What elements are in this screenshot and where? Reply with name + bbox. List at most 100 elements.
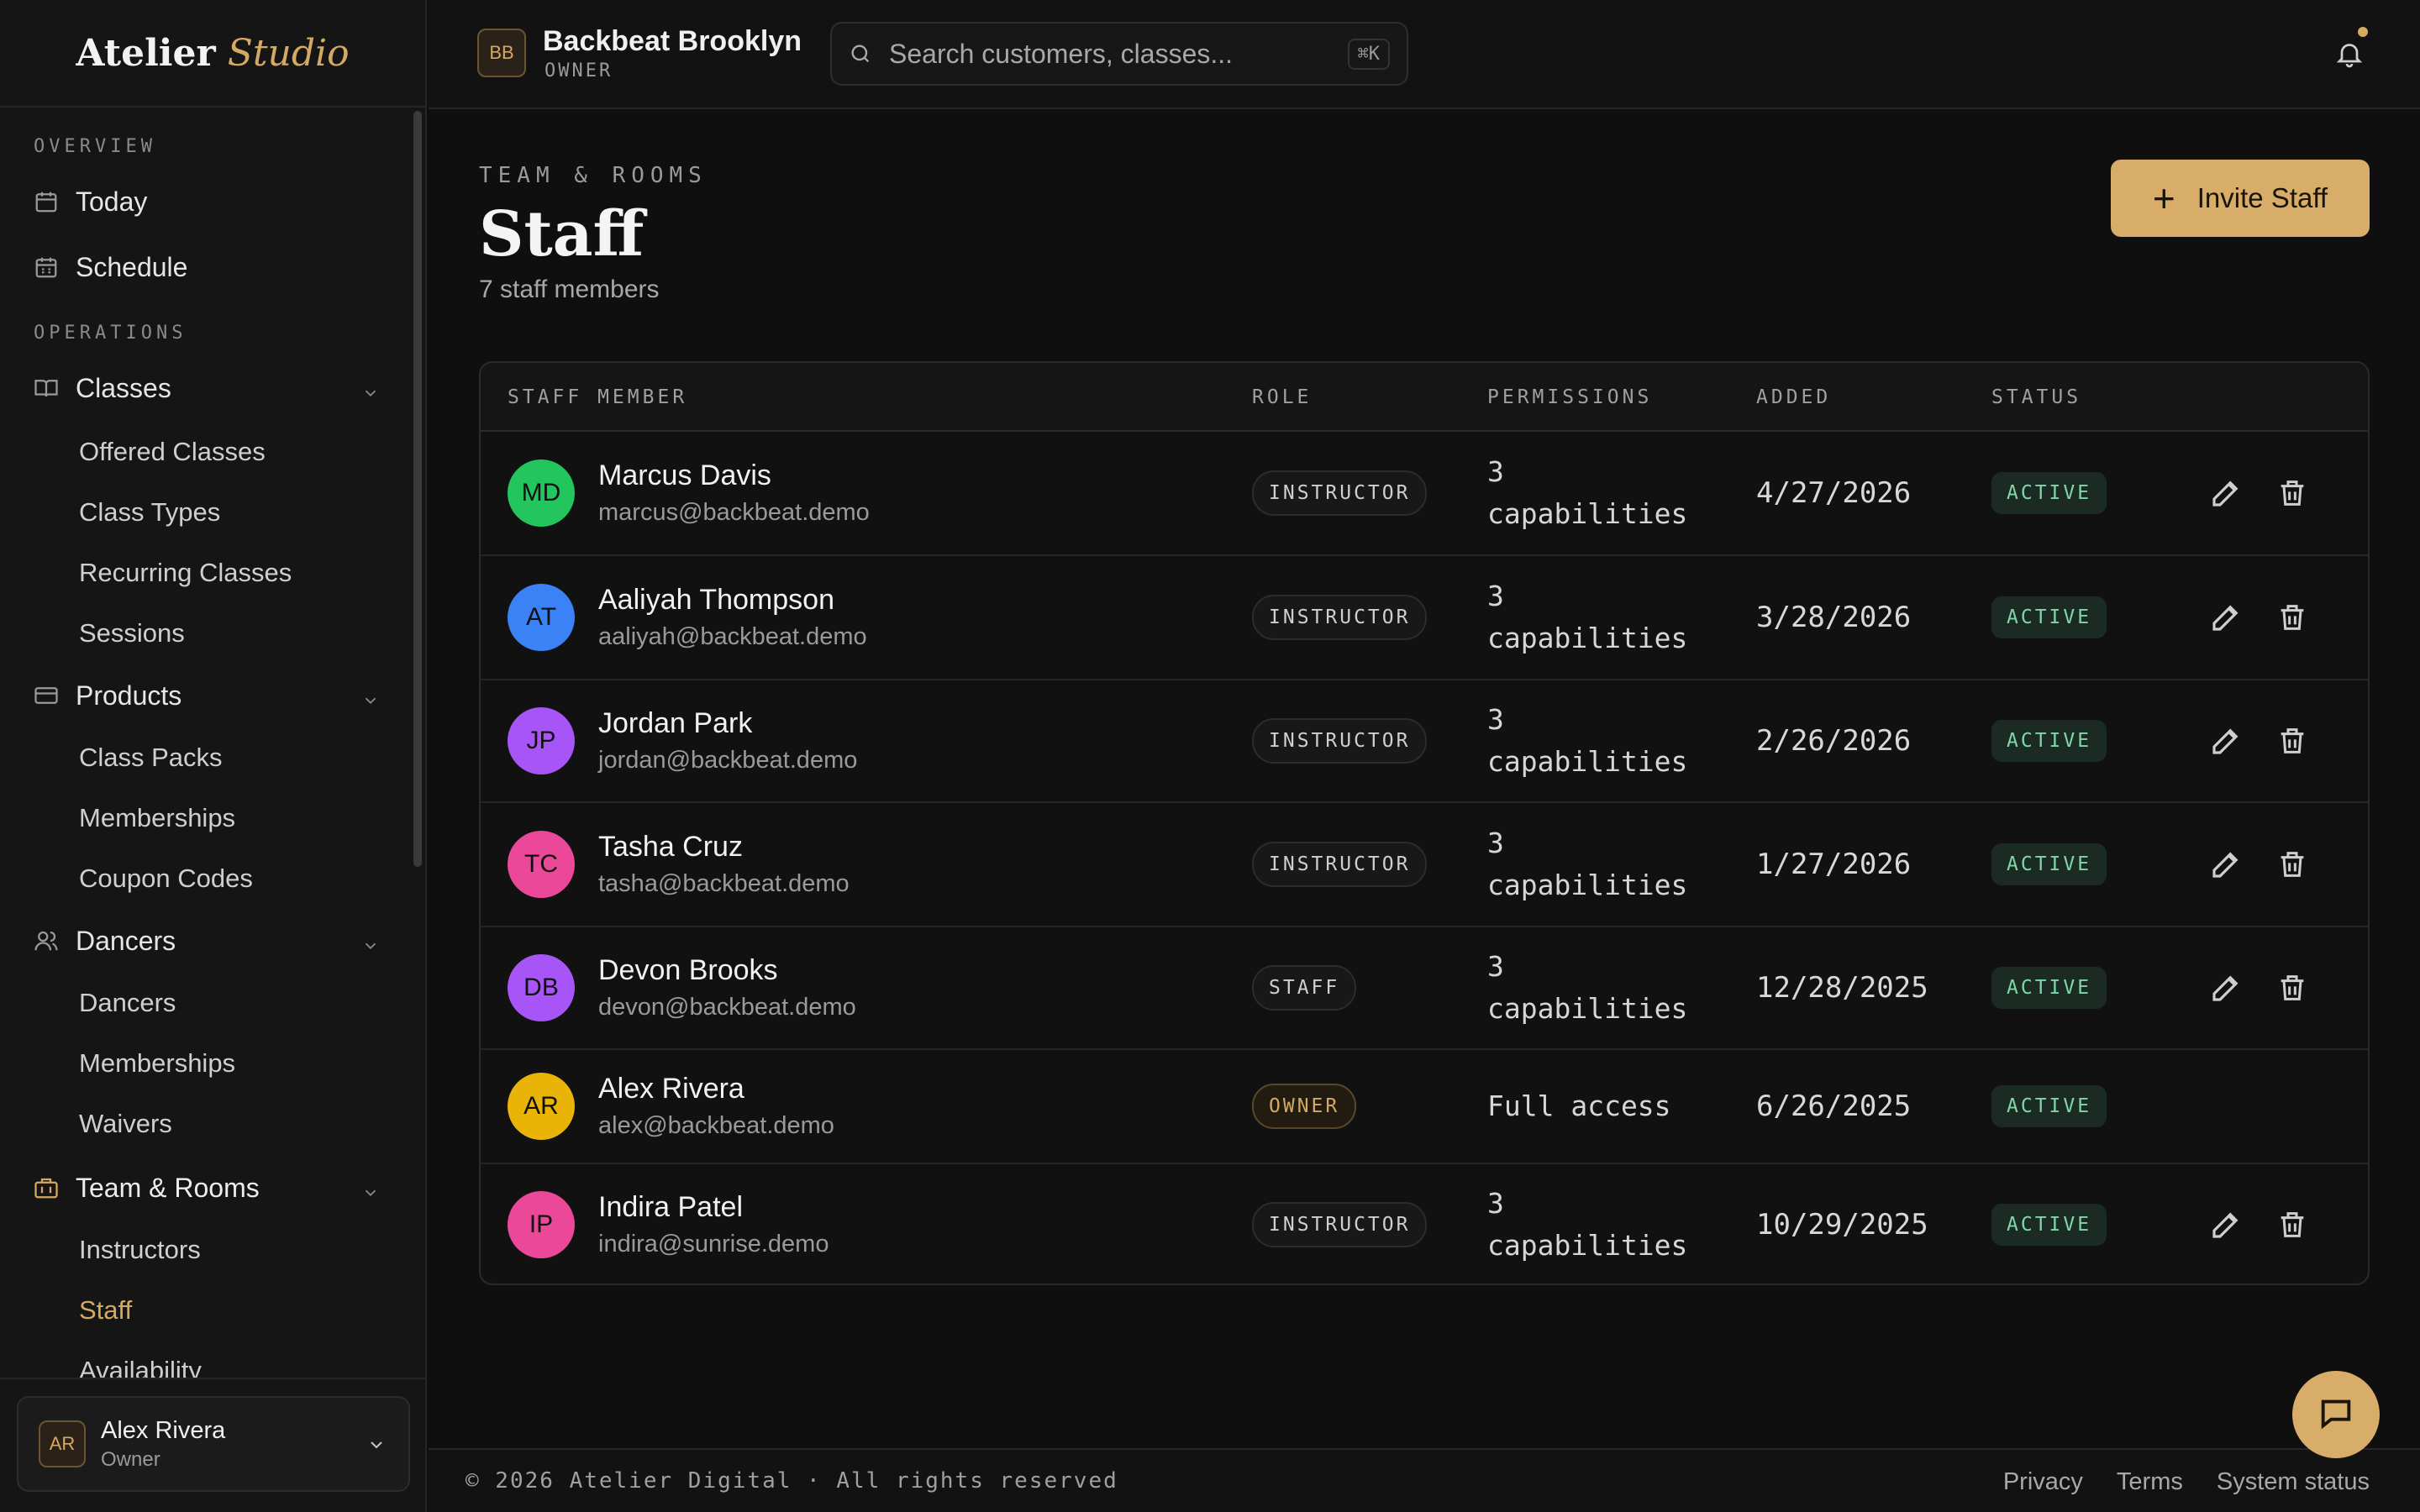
sidebar-subitem-staff[interactable]: Staff xyxy=(79,1287,132,1334)
staff-name: Devon Brooks xyxy=(598,954,778,986)
staff-name: Alex Rivera xyxy=(598,1073,744,1105)
column-header-staff-member[interactable]: STAFF MEMBER xyxy=(508,363,687,432)
sidebar-subitem-sessions[interactable]: Sessions xyxy=(79,610,185,657)
card-icon xyxy=(34,683,59,708)
permissions-text: 3 capabilities xyxy=(1487,822,1687,906)
sidebar-subitem-offered-classes[interactable]: Offered Classes xyxy=(79,428,266,475)
invite-staff-button[interactable]: + Invite Staff xyxy=(2111,160,2370,237)
user-name: Alex Rivera xyxy=(101,1416,226,1444)
column-header-permissions[interactable]: PERMISSIONS xyxy=(1487,363,1652,432)
avatar: MD xyxy=(508,459,575,527)
sidebar-scrollbar[interactable] xyxy=(413,111,422,867)
table-row[interactable]: TC Tasha Cruz tasha@backbeat.demo INSTRUCTO… xyxy=(481,803,2368,927)
notifications-button[interactable] xyxy=(2334,27,2368,73)
sidebar-subitem-recurring-classes[interactable]: Recurring Classes xyxy=(79,549,292,596)
footer-link-system-status[interactable]: System status xyxy=(2217,1468,2370,1496)
footer-link-terms[interactable]: Terms xyxy=(2117,1468,2183,1496)
search-box[interactable]: ⌘K xyxy=(830,22,1408,86)
chevron-down-icon[interactable] xyxy=(361,685,380,717)
main-content: TEAM & ROOMS Staff 7 staff members + Inv… xyxy=(429,109,2420,1448)
brand-logo[interactable]: Atelier Studio xyxy=(0,0,425,108)
permissions-line-2: capabilities xyxy=(1487,497,1688,530)
role-badge: INSTRUCTOR xyxy=(1252,842,1428,887)
sidebar-subitem-class-types[interactable]: Class Types xyxy=(79,489,220,536)
trash-icon[interactable] xyxy=(2275,476,2309,510)
search-input[interactable] xyxy=(889,38,1326,70)
footer-link-privacy[interactable]: Privacy xyxy=(2003,1468,2083,1496)
sidebar-subitem-waivers[interactable]: Waivers xyxy=(79,1100,172,1147)
page-footer: © 2026 Atelier Digital · All rights rese… xyxy=(429,1448,2420,1512)
edit-icon[interactable] xyxy=(2208,475,2244,511)
trash-icon[interactable] xyxy=(2275,1208,2309,1242)
permissions-text: 3 capabilities xyxy=(1487,575,1687,659)
column-header-added[interactable]: ADDED xyxy=(1756,363,1831,432)
role-badge: INSTRUCTOR xyxy=(1252,470,1428,516)
avatar: AR xyxy=(39,1420,86,1467)
sidebar-item-classes[interactable]: Classes xyxy=(34,363,392,413)
trash-icon[interactable] xyxy=(2275,848,2309,881)
edit-icon[interactable] xyxy=(2208,847,2244,882)
chevron-down-icon[interactable] xyxy=(361,1178,380,1209)
sidebar-subitem-memberships[interactable]: Memberships xyxy=(79,1040,235,1087)
edit-icon[interactable] xyxy=(2208,1207,2244,1242)
divider xyxy=(0,1378,427,1379)
table-row[interactable]: DB Devon Brooks devon@backbeat.demo STAFF 3 c… xyxy=(481,927,2368,1050)
added-date: 2/26/2026 xyxy=(1756,724,1912,758)
sidebar-subitem-dancers[interactable]: Dancers xyxy=(79,979,176,1026)
table-row[interactable]: AT Aaliyah Thompson aaliyah@backbeat.demo I… xyxy=(481,556,2368,680)
sidebar-subitem-coupon-codes[interactable]: Coupon Codes xyxy=(79,855,253,902)
table-row[interactable]: MD Marcus Davis marcus@backbeat.demo INSTRU… xyxy=(481,432,2368,556)
sidebar-subitem-memberships[interactable]: Memberships xyxy=(79,795,235,842)
sidebar-item-team-rooms[interactable]: Team & Rooms xyxy=(34,1163,392,1213)
table-row[interactable]: AR Alex Rivera alex@backbeat.demo OWNER Full… xyxy=(481,1050,2368,1164)
sidebar-item-label: Team & Rooms xyxy=(76,1172,260,1203)
sidebar: Atelier Studio OVERVIEW Today Schedule O… xyxy=(0,0,427,1512)
user-role: Owner xyxy=(101,1447,160,1471)
search-shortcut: ⌘K xyxy=(1347,38,1390,70)
added-date: 1/27/2026 xyxy=(1756,848,1912,881)
staff-email: aaliyah@backbeat.demo xyxy=(598,623,867,650)
permissions-text: 3 capabilities xyxy=(1487,699,1687,783)
column-header-role[interactable]: ROLE xyxy=(1252,363,1312,432)
edit-icon[interactable] xyxy=(2208,600,2244,635)
table-header: STAFF MEMBER ROLE PERMISSIONS ADDED STAT… xyxy=(481,363,2368,432)
user-menu[interactable]: AR Alex Rivera Owner xyxy=(17,1396,410,1492)
staff-email: devon@backbeat.demo xyxy=(598,994,856,1021)
trash-icon[interactable] xyxy=(2275,601,2309,634)
permissions-text: 3 capabilities xyxy=(1487,451,1687,535)
sidebar-subitem-class-packs[interactable]: Class Packs xyxy=(79,734,223,781)
permissions-line-1: 3 xyxy=(1487,1187,1504,1220)
permissions-line-1: 3 xyxy=(1487,827,1504,859)
sidebar-item-products[interactable]: Products xyxy=(34,670,392,721)
sidebar-item-dancers[interactable]: Dancers xyxy=(34,916,392,966)
table-row[interactable]: JP Jordan Park jordan@backbeat.demo INSTRUC… xyxy=(481,680,2368,803)
book-icon xyxy=(34,375,59,401)
sidebar-subitem-availability[interactable]: Availability xyxy=(79,1347,202,1378)
added-date: 10/29/2025 xyxy=(1756,1208,1928,1242)
edit-icon[interactable] xyxy=(2208,970,2244,1005)
breadcrumb: TEAM & ROOMS xyxy=(479,163,708,188)
staff-email: alex@backbeat.demo xyxy=(598,1112,834,1139)
org-avatar[interactable]: BB xyxy=(477,29,526,77)
permissions-line-1: Full access xyxy=(1487,1089,1671,1122)
brand-word-1: Atelier xyxy=(76,31,216,75)
sidebar-item-schedule[interactable]: Schedule xyxy=(34,242,392,292)
sidebar-subitem-instructors[interactable]: Instructors xyxy=(79,1226,201,1273)
permissions-text: Full access xyxy=(1487,1085,1671,1127)
org-name[interactable]: Backbeat Brooklyn xyxy=(543,25,802,58)
role-badge: INSTRUCTOR xyxy=(1252,1202,1428,1247)
staff-table: STAFF MEMBER ROLE PERMISSIONS ADDED STAT… xyxy=(479,361,2370,1285)
role-badge: INSTRUCTOR xyxy=(1252,595,1428,640)
trash-icon[interactable] xyxy=(2275,971,2309,1005)
chat-button[interactable] xyxy=(2292,1371,2380,1458)
sidebar-item-today[interactable]: Today xyxy=(34,176,392,227)
chevron-down-icon[interactable] xyxy=(361,378,380,409)
building-icon xyxy=(34,1175,59,1200)
column-header-status[interactable]: STATUS xyxy=(1991,363,2081,432)
brand-word-2: Studio xyxy=(227,31,350,75)
edit-icon[interactable] xyxy=(2208,723,2244,759)
trash-icon[interactable] xyxy=(2275,724,2309,758)
table-row[interactable]: IP Indira Patel indira@sunrise.demo INSTRUC… xyxy=(481,1164,2368,1284)
plus-icon: + xyxy=(2152,176,2175,220)
chevron-down-icon[interactable] xyxy=(361,931,380,962)
